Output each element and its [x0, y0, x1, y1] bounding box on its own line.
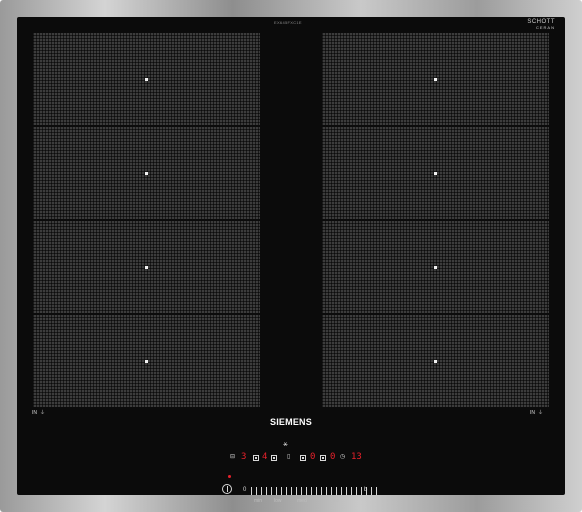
zone-center-marker: [434, 265, 437, 269]
flex-zone-icon: ⏚: [538, 410, 544, 416]
zone-select-button-2[interactable]: [271, 455, 277, 461]
model-number: EX645FXC1E: [274, 20, 302, 25]
flex-zone-label-left: IN ⏚: [32, 410, 46, 416]
ceramic-glass-surface: EX645FXC1E SCHOTT CERAN IN ⏚ IN ⏚ SIEMENS …: [17, 17, 565, 504]
cooking-zone-right-4[interactable]: [322, 315, 549, 407]
power-level-display-1: 4: [262, 452, 268, 462]
cooking-zone-left-1[interactable]: [33, 33, 260, 125]
hood-control-icon[interactable]: ⚹: [283, 439, 288, 449]
zone-center-marker: [145, 171, 148, 175]
flex-mode-icon[interactable]: ⊟: [230, 453, 235, 460]
slider-zero-symbol[interactable]: 0: [243, 487, 246, 493]
flex-zone-label-right: IN ⏚: [530, 410, 544, 416]
cooking-zone-right-2[interactable]: [322, 127, 549, 219]
zone-select-button-3[interactable]: [300, 455, 306, 461]
power-indicator-led: [228, 475, 231, 478]
slider-label-max: max: [330, 498, 340, 504]
zone-center-marker: [434, 77, 437, 81]
cooking-zone-right-3[interactable]: [322, 221, 549, 313]
power-slider[interactable]: [251, 487, 377, 495]
zone-center-marker: [145, 77, 148, 81]
zone-center-marker: [145, 265, 148, 269]
zone-select-button-4[interactable]: [320, 455, 326, 461]
brand-logo: SIEMENS: [270, 417, 312, 427]
slider-label-med: med: [297, 498, 307, 504]
power-level-display-2: 0: [310, 452, 316, 462]
power-button[interactable]: [222, 484, 232, 494]
cooking-zone-right-1[interactable]: [322, 33, 549, 125]
timer-display: 13: [351, 452, 362, 462]
slider-label-low: low: [274, 498, 282, 504]
zone-display-left: 3: [241, 452, 247, 462]
zone-select-button-1[interactable]: [253, 455, 259, 461]
zone-display-right: 0: [330, 452, 336, 462]
boost-symbol[interactable]: b: [364, 487, 367, 493]
zone-center-marker: [145, 359, 148, 363]
timer-clock-icon[interactable]: ◷: [340, 453, 345, 460]
cooking-zone-left-3[interactable]: [33, 221, 260, 313]
glass-maker-logo: SCHOTT CERAN: [527, 19, 555, 30]
cooking-zone-left-4[interactable]: [33, 315, 260, 407]
zone-center-marker: [434, 171, 437, 175]
zone-center-marker: [434, 359, 437, 363]
move-function-icon[interactable]: ▯: [287, 453, 290, 460]
glass-line-name: CERAN: [535, 25, 555, 30]
slider-label-min: min: [254, 498, 263, 504]
cooking-zone-left-2[interactable]: [33, 127, 260, 219]
flex-zone-icon: ⏚: [40, 410, 46, 416]
